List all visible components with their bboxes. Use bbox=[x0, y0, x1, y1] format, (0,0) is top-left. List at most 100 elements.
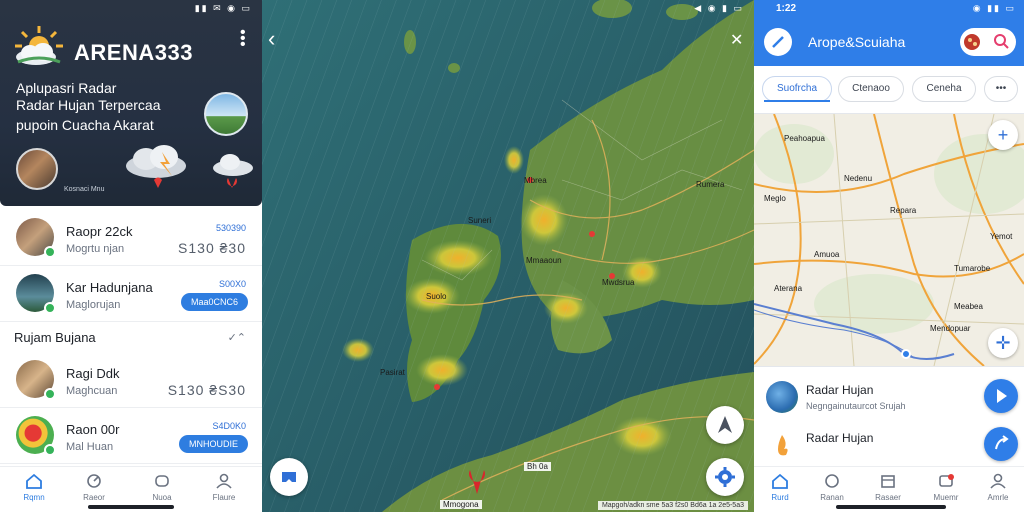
nav-home[interactable]: Rurd bbox=[760, 473, 800, 502]
zoom-in-button[interactable]: + bbox=[988, 120, 1018, 150]
list-subtitle: Maglorujan bbox=[66, 299, 121, 311]
calendar-icon bbox=[881, 475, 895, 488]
map-label: Mmogona bbox=[440, 500, 482, 509]
home-screen: ▮▮ ✉ ◉ ▭ ARENA333 • • • Aplupasri Radar Ra… bbox=[0, 0, 262, 512]
home-icon bbox=[26, 473, 42, 489]
list-item[interactable]: Radar Hujan bbox=[754, 421, 1024, 471]
user-thumbnail[interactable] bbox=[16, 148, 58, 190]
map-label: Nedenu bbox=[844, 174, 873, 183]
list-item[interactable]: Ragi Ddk Maghcuan S130 ₴S30 bbox=[0, 352, 262, 408]
nav-radar[interactable]: Ranan bbox=[812, 473, 852, 502]
kebab-icon[interactable]: • • • bbox=[240, 25, 246, 53]
nav-alerts[interactable]: Muemr bbox=[926, 473, 966, 502]
back-arrow-icon[interactable]: ‹ bbox=[268, 26, 275, 52]
nav-label: Rurd bbox=[771, 493, 789, 502]
list-item[interactable]: Raon 00r Mal Huan S4D0K0 MNHOUDIE bbox=[0, 408, 262, 464]
nav-label: Muemr bbox=[933, 493, 959, 502]
online-dot-icon bbox=[44, 246, 56, 258]
radar-icon bbox=[825, 474, 839, 488]
home-indicator bbox=[88, 505, 174, 509]
list-title: Raon 00r bbox=[66, 422, 120, 437]
map-label: Pasirat bbox=[380, 368, 405, 377]
hero-header: ▮▮ ✉ ◉ ▭ ARENA333 • • • Aplupasri Radar Ra… bbox=[0, 0, 262, 206]
list-meta: S00X0 bbox=[218, 279, 246, 289]
cloud-icon bbox=[155, 475, 169, 487]
map-label: Amuoa bbox=[814, 250, 840, 259]
share-button[interactable] bbox=[984, 427, 1018, 461]
nav-weather[interactable]: Nuoa bbox=[142, 473, 182, 502]
location-list: Raopr 22ck Mogrtu njan 530390 S130 ₴30 K… bbox=[0, 210, 262, 464]
search-bar[interactable] bbox=[960, 28, 1016, 56]
list-meta: S4D0K0 bbox=[212, 421, 246, 431]
profile-icon bbox=[990, 473, 1006, 489]
nav-label: Amrle bbox=[987, 493, 1009, 502]
status-bar: ▮▮ ✉ ◉ ▭ bbox=[194, 3, 252, 13]
top-app-bar: 1:22 ◉ ▮▮ ▭ Arope&Scuiaha bbox=[754, 0, 1024, 66]
road-map-canvas[interactable] bbox=[754, 114, 1024, 366]
app-brand: ARENA333 bbox=[74, 40, 193, 65]
list-item[interactable]: Raopr 22ck Mogrtu njan 530390 S130 ₴30 bbox=[0, 210, 262, 266]
hero-title: Aplupasri Radar bbox=[16, 80, 117, 96]
map-label: Meglo bbox=[764, 194, 786, 203]
landscape-avatar[interactable] bbox=[204, 92, 248, 136]
map-label: Suneri bbox=[468, 216, 492, 225]
nav-label: Rqmn bbox=[23, 493, 45, 502]
status-bar: ◉ ▮▮ ▭ bbox=[972, 3, 1016, 13]
section-action[interactable]: ✓⌃ bbox=[228, 331, 246, 344]
list-value: S130 ₴S30 bbox=[167, 382, 246, 398]
nav-home[interactable]: Rqmn bbox=[14, 473, 54, 502]
tab-more[interactable]: ••• bbox=[984, 76, 1018, 102]
settings-button[interactable] bbox=[706, 458, 744, 496]
profile-icon bbox=[216, 473, 232, 489]
list-avatar bbox=[16, 416, 56, 456]
layers-button[interactable] bbox=[270, 458, 308, 496]
home-indicator bbox=[836, 505, 946, 509]
list-title: Radar Hujan bbox=[806, 383, 874, 397]
map-label: Mmaaoun bbox=[526, 256, 562, 265]
hero-subtitle: Radar Hujan Terpercaa bbox=[16, 97, 161, 113]
layers-icon bbox=[282, 472, 296, 482]
nav-radar[interactable]: Raeor bbox=[74, 473, 114, 502]
nav-profile[interactable]: Amrle bbox=[978, 473, 1018, 502]
action-pill-button[interactable]: Maa0CNC6 bbox=[180, 293, 248, 311]
list-subtitle: Mal Huan bbox=[66, 441, 114, 453]
share-icon bbox=[995, 435, 1009, 450]
play-button[interactable] bbox=[984, 379, 1018, 413]
list-avatar bbox=[16, 274, 56, 314]
nav-profile[interactable]: Flaure bbox=[204, 473, 244, 502]
cloud-pin-icon bbox=[213, 154, 253, 188]
status-time: 1:22 bbox=[776, 3, 797, 14]
map-pin-label: Bh 0a bbox=[524, 462, 551, 471]
tab-route[interactable]: Ctenaoo bbox=[838, 76, 904, 102]
radar-map-screen[interactable]: ◀ ◉ ▮ ▭ ‹ ✕ Mbrea Suneri Suolo Mmaaoun R… bbox=[262, 0, 754, 512]
list-subtitle: Maghcuan bbox=[66, 385, 118, 397]
compass-icon[interactable] bbox=[764, 28, 792, 56]
list-title: Ragi Ddk bbox=[66, 366, 120, 381]
locate-button[interactable]: ✛ bbox=[988, 328, 1018, 358]
nav-calendar[interactable]: Rasaer bbox=[868, 473, 908, 502]
map-label: Yemot bbox=[990, 232, 1013, 241]
list-item[interactable]: Radar Hujan Negngainutaurcot Srujah bbox=[754, 373, 1024, 423]
globe-icon bbox=[766, 381, 798, 413]
nav-label: Nuoa bbox=[152, 493, 172, 502]
flame-icon bbox=[766, 429, 798, 461]
radar-map[interactable] bbox=[262, 0, 754, 512]
tab-search[interactable]: Suofrcha bbox=[762, 76, 832, 102]
list-title: Raopr 22ck bbox=[66, 224, 133, 239]
sun-cloud-logo-icon bbox=[15, 26, 63, 65]
navigate-button[interactable] bbox=[706, 406, 744, 444]
close-icon[interactable]: ✕ bbox=[730, 30, 743, 50]
home-icon bbox=[772, 473, 788, 489]
search-icon bbox=[994, 34, 1009, 49]
filter-tabs: Suofrcha Ctenaoo Ceneha ••• bbox=[754, 66, 1024, 114]
nav-label: Raeor bbox=[83, 493, 105, 502]
online-dot-icon bbox=[44, 444, 56, 456]
list-meta: 530390 bbox=[215, 223, 246, 233]
alert-icon bbox=[939, 474, 954, 487]
road-map[interactable]: Peahoapua Nedenu Repara Meglo Amuoa Tuma… bbox=[754, 114, 1024, 366]
status-bar: ◀ ◉ ▮ ▭ bbox=[694, 3, 744, 13]
tab-weather[interactable]: Ceneha bbox=[912, 76, 976, 102]
list-item[interactable]: Kar Hadunjana Maglorujan S00X0 Maa0CNC6 bbox=[0, 266, 262, 322]
map-label: Tumarobe bbox=[954, 264, 991, 273]
action-pill-button[interactable]: MNHOUDIE bbox=[179, 435, 248, 453]
